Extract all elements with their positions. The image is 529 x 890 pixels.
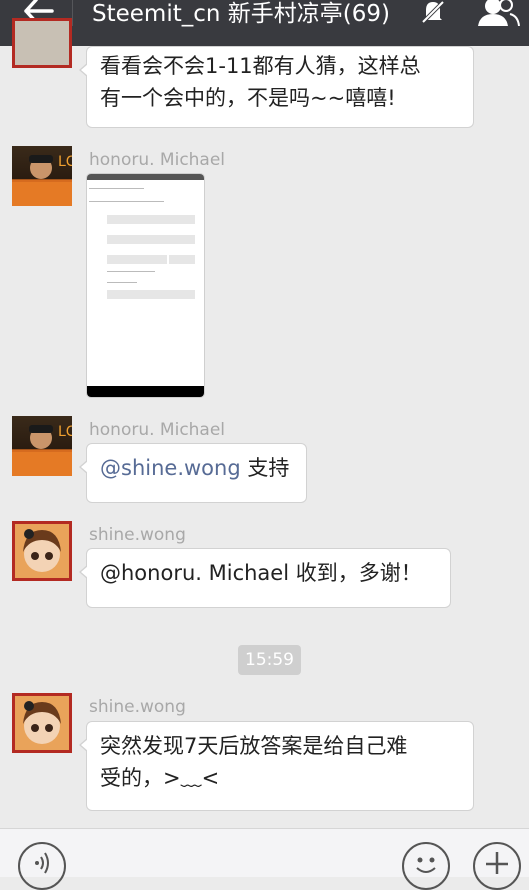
screenshot-field [107, 255, 167, 264]
emoji-glyph [416, 857, 436, 873]
avatar-photo: LC [12, 424, 72, 476]
message-text: 看看会不会1-11都有人猜，这样总 [100, 54, 421, 78]
svg-text:LC: LC [58, 424, 72, 440]
avatar-photo [15, 524, 69, 578]
image-message[interactable] [86, 173, 205, 398]
voice-icon[interactable] [18, 842, 66, 890]
message-text: 支持 [240, 456, 290, 480]
chat-title: Steemit_cn 新手村凉亭(69) [92, 1, 390, 27]
voice-glyph [35, 852, 49, 874]
people-icon[interactable] [476, 0, 520, 26]
sender-name: shine.wong [89, 697, 186, 717]
avatar[interactable] [12, 693, 72, 753]
mention-link[interactable]: @shine.wong [100, 456, 241, 480]
emoji-icon[interactable] [402, 842, 450, 890]
message-bubble[interactable]: @honoru. Michael 收到，多谢！ [79, 548, 451, 608]
screenshot-field [107, 215, 195, 224]
message-bubble[interactable]: 看看会不会1-11都有人猜，这样总 有一个会中的，不是吗~~嘻嘻! [79, 46, 474, 128]
plus-icon[interactable] [473, 842, 521, 890]
message-text: 有一个会中的，不是吗~~嘻嘻! [100, 86, 396, 110]
chat-header: Steemit_cn 新手村凉亭(69) [0, 0, 529, 46]
avatar[interactable] [12, 18, 72, 68]
sender-name: honoru. Michael [89, 420, 226, 440]
message-bubble[interactable]: 突然发现7天后放答案是给自己难 受的，>﹏< [79, 721, 474, 811]
avatar[interactable] [12, 521, 72, 581]
message-text: 突然发现7天后放答案是给自己难 [100, 734, 408, 758]
screenshot-field [107, 235, 195, 244]
sender-name: shine.wong [89, 525, 186, 545]
screenshot-line [89, 188, 144, 189]
screenshot-statusbar [87, 174, 204, 180]
message-text: 受的，>﹏< [100, 766, 220, 790]
input-bar [0, 828, 529, 890]
message-text: @honoru. Michael 收到，多谢！ [100, 561, 422, 585]
header-divider [72, 0, 73, 26]
avatar-photo [15, 696, 69, 750]
plus-glyph [486, 852, 508, 874]
screenshot-line [107, 282, 137, 283]
time-divider: 15:59 [238, 645, 301, 675]
avatar[interactable]: LC [12, 416, 72, 476]
avatar[interactable]: LC [12, 146, 72, 206]
screenshot-navbar [87, 386, 204, 397]
bell-muted-icon [421, 0, 445, 24]
message-bubble[interactable]: @shine.wong 支持 [79, 443, 307, 503]
screenshot-line [89, 201, 164, 202]
screenshot-field [107, 290, 195, 299]
screenshot-line [107, 271, 155, 272]
sender-name: honoru. Michael [89, 150, 226, 170]
avatar-photo: LC [12, 154, 72, 206]
svg-text:LC: LC [58, 154, 72, 170]
screenshot-field [169, 255, 195, 264]
